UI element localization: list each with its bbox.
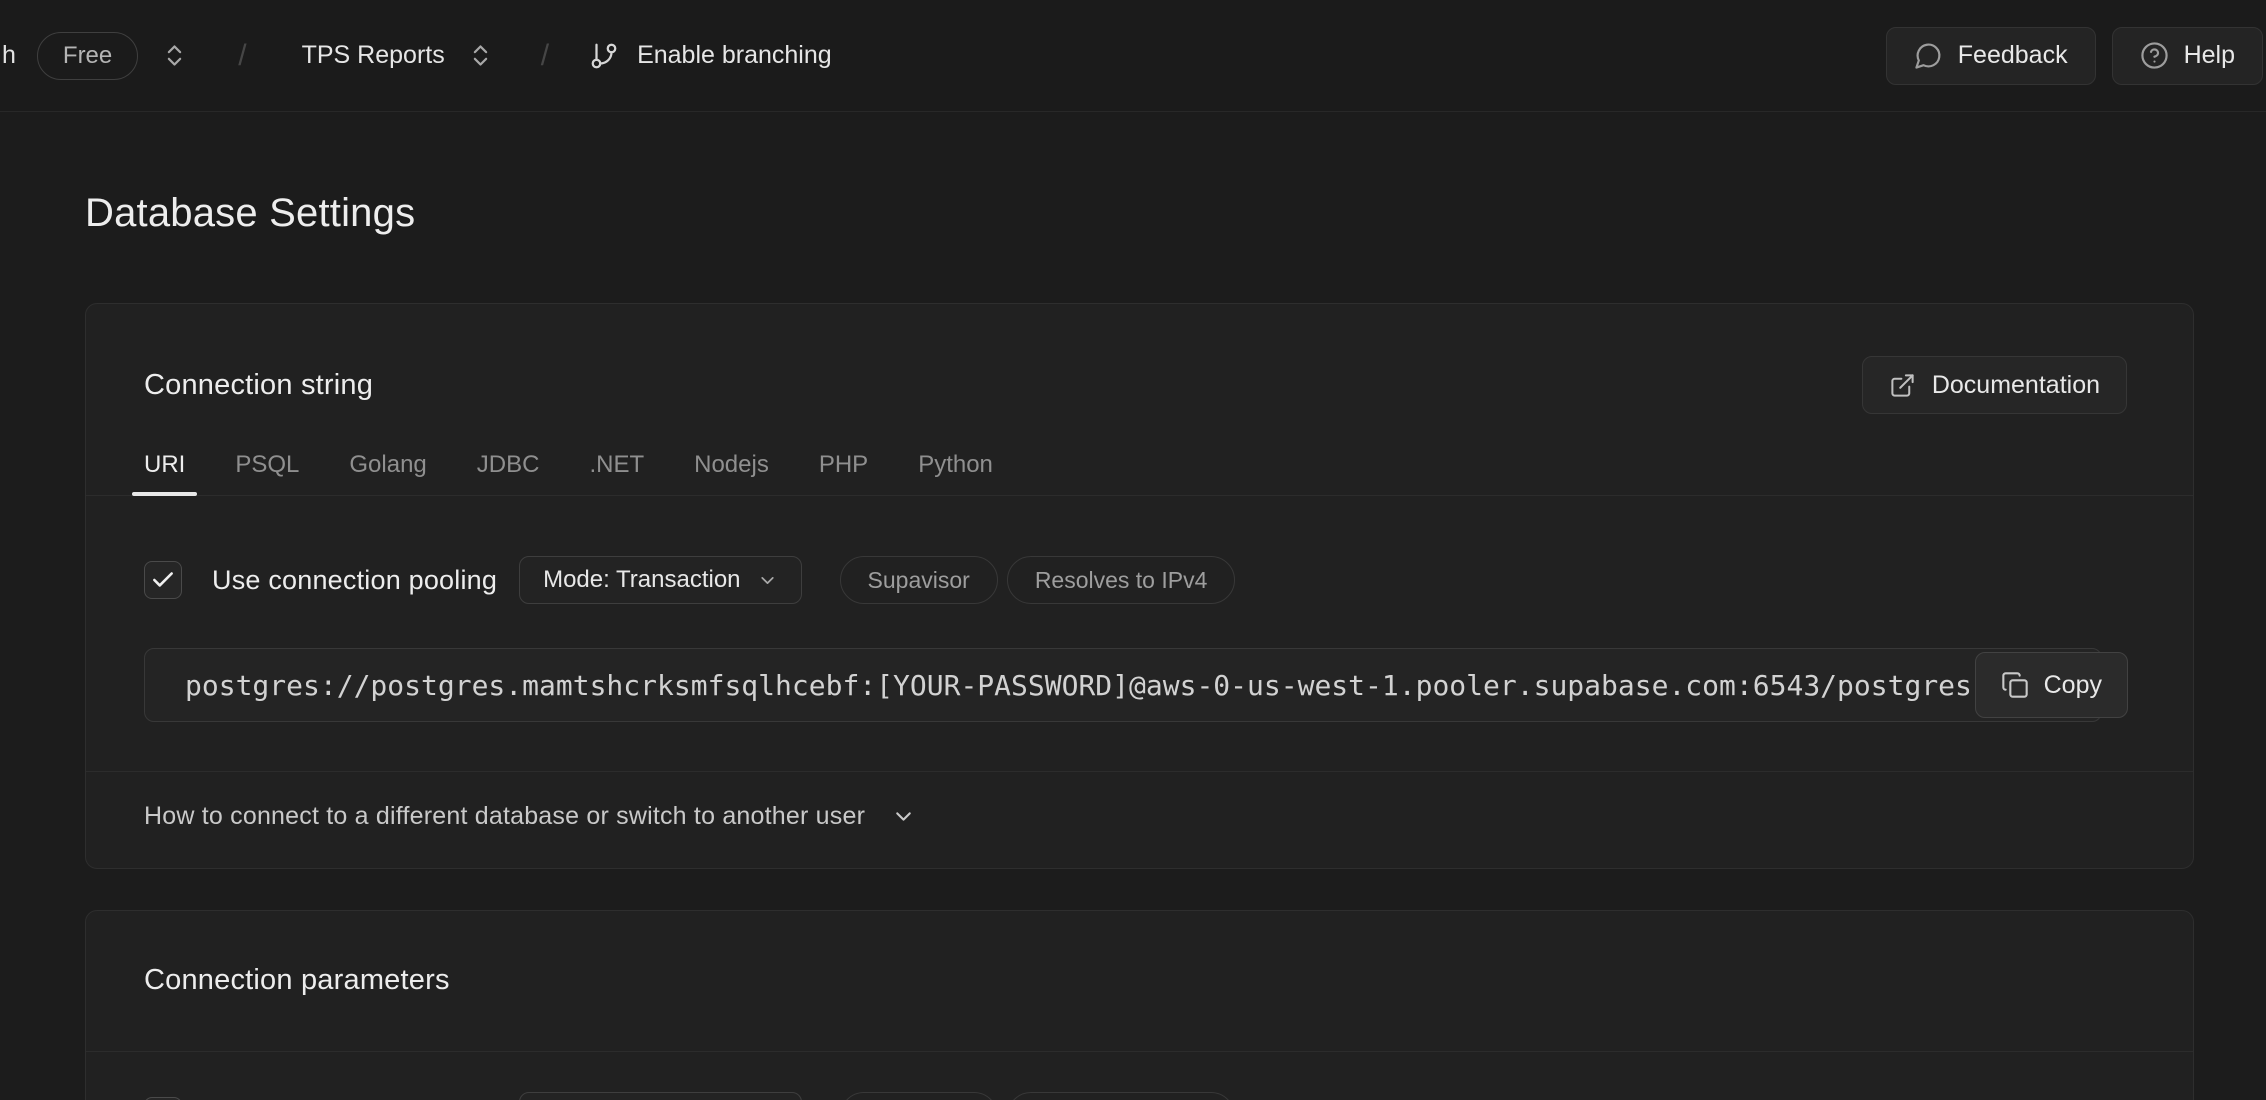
ipv4-badge: Resolves to IPv4 [1007, 556, 1236, 604]
pooling-row: Use connection pooling Mode: Transaction… [144, 556, 2135, 604]
documentation-label: Documentation [1932, 371, 2100, 400]
tab-jdbc[interactable]: JDBC [477, 450, 540, 480]
chevrons-up-down-icon[interactable] [467, 42, 494, 69]
page-title: Database Settings [85, 189, 2194, 237]
project-selector[interactable]: TPS Reports [302, 41, 445, 70]
pooling-row: Use connection pooling Mode: Transaction… [144, 1092, 2135, 1100]
breadcrumb-separator: / [238, 39, 246, 73]
check-icon [150, 567, 176, 593]
pooling-checkbox[interactable] [144, 561, 182, 599]
help-circle-icon [2140, 41, 2169, 70]
enable-branching-label: Enable branching [637, 41, 832, 70]
feedback-label: Feedback [1958, 41, 2068, 70]
card-header: Connection parameters [86, 911, 2193, 997]
chevrons-up-down-icon[interactable] [161, 42, 188, 69]
language-tabs: URI PSQL Golang JDBC .NET Nodejs PHP Pyt… [86, 450, 2193, 496]
git-branch-icon [589, 41, 619, 71]
tab-dotnet[interactable]: .NET [589, 450, 644, 480]
help-button[interactable]: Help [2112, 27, 2263, 85]
tab-nodejs[interactable]: Nodejs [694, 450, 769, 480]
connection-string-input[interactable] [144, 648, 2102, 722]
plan-badge[interactable]: Free [37, 32, 138, 80]
external-link-icon [1889, 372, 1916, 399]
connection-string-card: Connection string Documentation URI PSQL… [85, 303, 2194, 869]
connection-parameters-card: Connection parameters Use connection poo… [85, 910, 2194, 1100]
tab-php[interactable]: PHP [819, 450, 868, 480]
connection-string-field: Copy [144, 648, 2102, 722]
chevron-down-icon [757, 570, 778, 591]
copy-label: Copy [2044, 671, 2102, 700]
pooling-mode-dropdown[interactable]: Mode: Transaction [519, 556, 801, 604]
divider [86, 1051, 2193, 1052]
pooling-mode-dropdown[interactable]: Mode: Transaction [519, 1092, 801, 1100]
top-bar: h Free / TPS Reports / Enable branching … [0, 0, 2266, 112]
tab-python[interactable]: Python [918, 450, 993, 480]
copy-button[interactable]: Copy [1975, 652, 2128, 718]
pooling-label: Use connection pooling [212, 565, 497, 596]
connection-string-title: Connection string [144, 368, 373, 402]
app-window: h Free / TPS Reports / Enable branching … [0, 0, 2266, 1100]
card-header: Connection string Documentation [86, 304, 2193, 414]
org-name-fragment[interactable]: h [2, 41, 16, 70]
connect-help-label: How to connect to a different database o… [144, 802, 865, 831]
main-content: Database Settings Connection string Docu… [0, 189, 2266, 1100]
help-label: Help [2184, 41, 2235, 70]
enable-branching-button[interactable]: Enable branching [589, 41, 832, 71]
copy-icon [2001, 671, 2029, 699]
breadcrumb-separator: / [541, 39, 549, 73]
tab-psql[interactable]: PSQL [235, 450, 299, 480]
documentation-button[interactable]: Documentation [1862, 356, 2127, 414]
feedback-button[interactable]: Feedback [1886, 27, 2096, 85]
pooling-mode-value: Mode: Transaction [543, 566, 740, 594]
supavisor-badge: Supavisor [840, 1092, 998, 1100]
connection-parameters-title: Connection parameters [144, 963, 450, 997]
ipv4-badge: Resolves to IPv4 [1007, 1092, 1236, 1100]
message-circle-icon [1914, 41, 1943, 70]
tab-uri[interactable]: URI [144, 450, 185, 480]
tab-golang[interactable]: Golang [349, 450, 426, 480]
connect-help-accordion[interactable]: How to connect to a different database o… [86, 772, 2193, 868]
supavisor-badge: Supavisor [840, 556, 998, 604]
chevron-down-icon [891, 804, 916, 829]
